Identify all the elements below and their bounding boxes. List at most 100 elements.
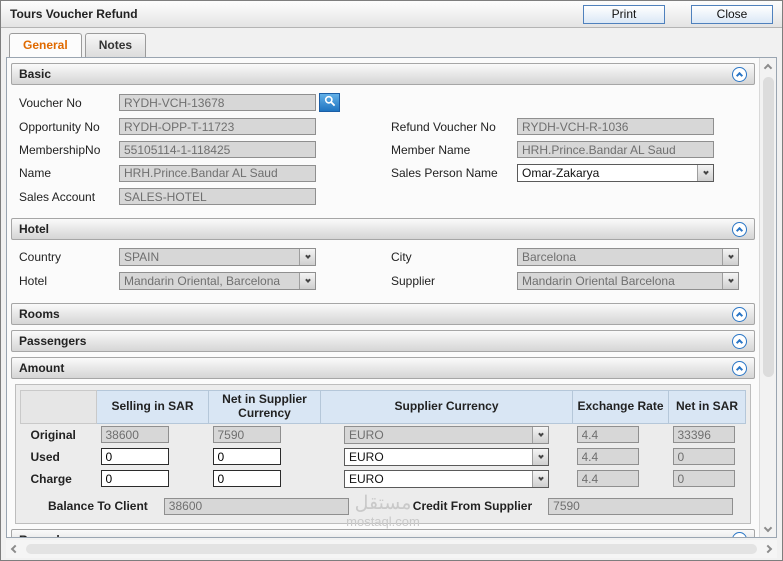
horizontal-scrollbar[interactable] [6,540,777,558]
titlebar: Tours Voucher Refund Print Close [1,1,782,28]
refund-voucher-no-label: Refund Voucher No [391,119,496,134]
opportunity-no-label: Opportunity No [19,119,100,134]
amount-header-currency: Supplier Currency [320,390,573,424]
scroll-right-icon[interactable] [759,540,777,558]
city-label: City [391,250,412,264]
section-remarks-title: Remarks [19,533,70,537]
used-selling-field[interactable] [100,448,169,466]
amount-body: Selling in SAR Net in Supplier Currency … [15,384,751,524]
sales-account-field [119,188,316,205]
charge-currency-select[interactable]: EURO [344,469,549,488]
original-currency-select: EURO [344,425,549,444]
tab-general[interactable]: General [9,33,82,57]
tab-notes[interactable]: Notes [84,33,147,57]
section-passengers: Passengers [11,330,755,352]
original-selling-field [100,426,169,444]
balance-to-client-label: Balance To Client [48,499,148,514]
collapse-up-icon[interactable] [732,360,747,376]
original-net-supplier-field [212,426,281,444]
section-basic-header[interactable]: Basic [11,63,755,85]
section-rooms-header[interactable]: Rooms [11,303,755,325]
original-exchange-field [576,426,639,444]
voucher-search-button[interactable] [319,93,340,112]
table-row-original: Original EURO [21,423,746,446]
collapse-up-icon[interactable] [732,221,747,237]
currency-value: EURO [349,427,384,442]
horizontal-scrollbar-thumb[interactable] [26,544,757,554]
city-select: Barcelona [517,248,739,266]
section-passengers-title: Passengers [19,334,87,348]
sales-person-label: Sales Person Name [391,166,498,180]
section-rooms-title: Rooms [19,307,60,321]
charge-selling-field[interactable] [100,470,169,488]
used-net-supplier-field[interactable] [212,448,281,466]
window-title: Tours Voucher Refund [10,7,138,21]
section-passengers-header[interactable]: Passengers [11,330,755,352]
row-label: Used [30,449,60,464]
used-exchange-field [576,448,639,466]
section-hotel-header[interactable]: Hotel [11,218,755,240]
credit-from-supplier-label: Credit From Supplier [412,499,533,514]
section-amount-header[interactable]: Amount [11,357,755,379]
content-scroll-area: Basic Voucher No Opportunity No Refund V… [7,58,759,537]
expand-down-icon[interactable] [732,532,747,537]
currency-value: EURO [349,449,384,464]
amount-header-net-supplier: Net in Supplier Currency [208,390,321,424]
amount-header-exchange: Exchange Rate [572,390,669,424]
chevron-down-icon [532,448,548,465]
refund-voucher-no-field [517,118,714,135]
amount-header-empty [20,390,97,424]
vertical-scrollbar-thumb[interactable] [762,77,774,377]
used-currency-select[interactable]: EURO [344,447,549,466]
collapse-up-icon[interactable] [732,333,747,349]
scroll-left-icon[interactable] [6,540,24,558]
name-label: Name [19,166,52,180]
collapse-up-icon[interactable] [732,306,747,322]
row-label: Original [30,427,76,442]
charge-exchange-field [576,470,639,488]
sales-person-value: Omar-Zakarya [522,166,600,180]
country-label: Country [19,250,62,264]
sales-person-select[interactable]: Omar-Zakarya [517,164,714,182]
supplier-select: Mandarin Oriental Barcelona [517,272,739,290]
section-remarks: Remarks [11,528,755,537]
membership-no-label: MembershipNo [19,142,101,157]
charge-net-supplier-field[interactable] [212,470,281,488]
balance-to-client-field [163,497,349,515]
chevron-down-icon [299,249,315,265]
amount-table: Selling in SAR Net in Supplier Currency … [20,390,746,490]
scroll-down-icon[interactable] [760,520,777,537]
hotel-value: Mandarin Oriental, Barcelona [124,274,281,288]
basic-fields: Voucher No Opportunity No Refund Voucher… [11,85,755,213]
vertical-scrollbar[interactable] [759,58,776,537]
chevron-down-icon [299,273,315,289]
print-button[interactable]: Print [583,4,665,24]
chevron-down-icon [697,165,713,181]
close-button[interactable]: Close [691,4,773,24]
country-value: SPAIN [124,250,160,264]
amount-header-net-sar: Net in SAR [668,390,746,424]
titlebar-buttons: Print Close [583,4,773,24]
sales-account-label: Sales Account [19,189,96,204]
hotel-label: Hotel [19,274,48,288]
supplier-value: Mandarin Oriental Barcelona [522,274,675,288]
original-net-sar-field [672,426,735,444]
city-value: Barcelona [522,250,577,264]
section-amount-title: Amount [19,361,65,375]
collapse-up-icon[interactable] [732,66,747,82]
voucher-no-label: Voucher No [19,95,82,110]
content-panel: Basic Voucher No Opportunity No Refund V… [6,57,777,538]
tours-voucher-refund-window: Tours Voucher Refund Print Close General… [0,0,783,561]
section-hotel: Hotel Country SPAIN City Barcelona Hotel… [11,218,755,298]
section-basic-title: Basic [19,67,52,81]
section-remarks-header[interactable]: Remarks [11,528,755,537]
name-field [119,164,316,182]
section-rooms: Rooms [11,303,755,325]
member-name-label: Member Name [391,142,471,157]
section-basic: Basic Voucher No Opportunity No Refund V… [11,63,755,213]
scroll-up-icon[interactable] [760,58,777,75]
member-name-field [517,141,714,158]
table-row-charge: Charge EURO [21,468,746,490]
row-label: Charge [30,471,72,486]
chevron-down-icon [532,470,548,487]
